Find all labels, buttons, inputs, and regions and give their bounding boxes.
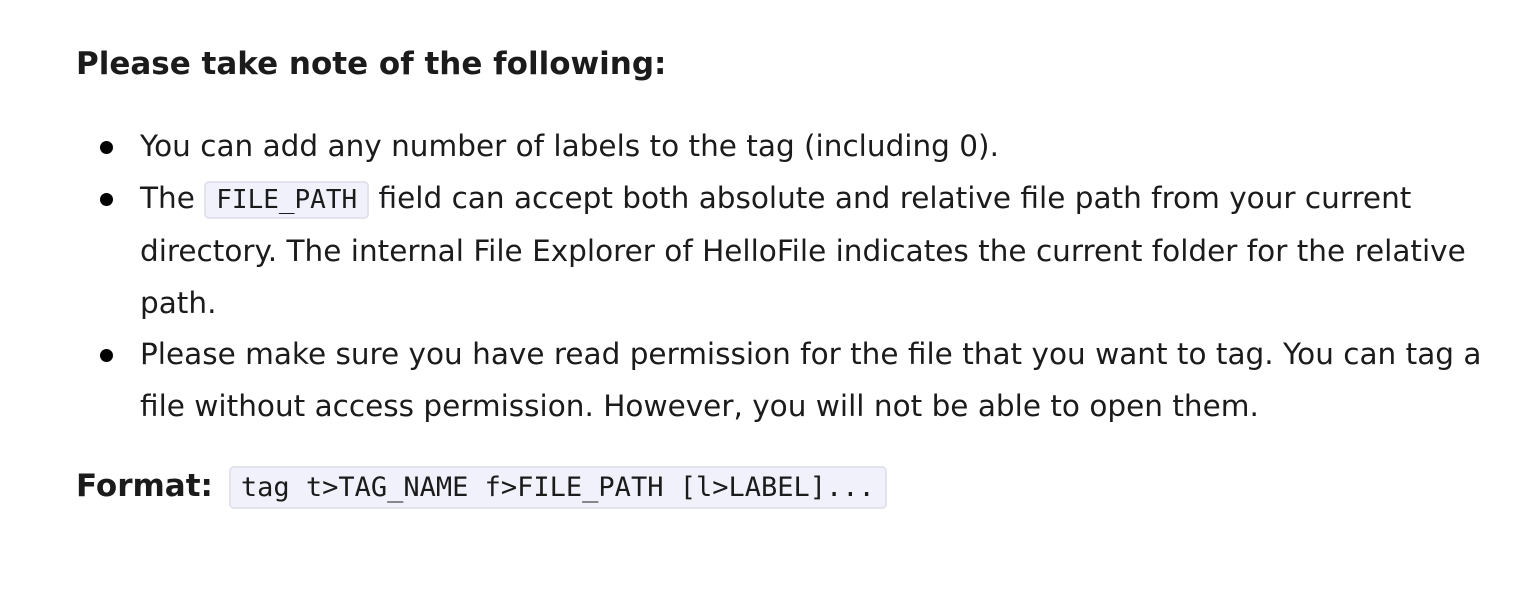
format-line: Format: tag t>TAG_NAME f>FILE_PATH [l>LA… [76, 462, 887, 512]
list-item: The FILE_PATH field can accept both abso… [100, 173, 1520, 330]
bullet-icon [100, 349, 113, 362]
bullet-icon [100, 141, 113, 154]
notes-list: You can add any number of labels to the … [76, 121, 1520, 432]
note-text: Please make sure you have read permissio… [140, 337, 1482, 423]
note-heading: Please take note of the following: [76, 46, 667, 82]
list-item: You can add any number of labels to the … [100, 121, 1520, 173]
format-code: tag t>TAG_NAME f>FILE_PATH [l>LABEL]... [228, 466, 887, 509]
list-item: Please make sure you have read permissio… [100, 329, 1520, 432]
file-path-code: FILE_PATH [204, 180, 370, 219]
note-text-before: The [140, 180, 195, 215]
note-text: You can add any number of labels to the … [140, 129, 999, 163]
bullet-icon [100, 192, 113, 206]
format-label: Format: [76, 468, 213, 504]
